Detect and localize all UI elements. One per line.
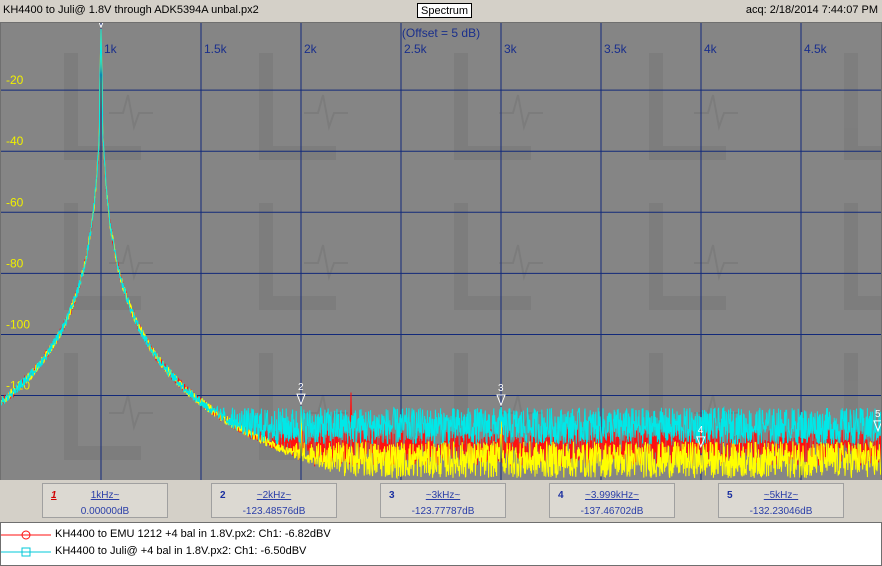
trace-legend: KH4400 to EMU 1212 +4 bal in 1.8V.px2: C… xyxy=(0,522,882,566)
marker-value: -123.48576dB xyxy=(242,506,306,517)
square-marker-icon xyxy=(1,547,51,557)
y-tick-label: -20 xyxy=(6,73,24,87)
marker-box-1[interactable]: 1 1kHz~ 0.00000dB xyxy=(42,483,168,518)
x-tick-label: 1k xyxy=(104,42,118,56)
x-tick-label: 2.5k xyxy=(404,42,428,56)
y-tick-label: -80 xyxy=(6,256,24,270)
offset-annotation: (Offset = 5 dB) xyxy=(402,26,480,40)
y-tick-label: -40 xyxy=(6,134,24,148)
legend-entry-cyan[interactable]: KH4400 to Juli@ +4 bal in 1.8V.px2: Ch1:… xyxy=(1,543,881,560)
legend-label: KH4400 to Juli@ +4 bal in 1.8V.px2: Ch1:… xyxy=(55,545,307,557)
x-tick-label: 3k xyxy=(504,42,518,56)
spectrum-button[interactable]: Spectrum xyxy=(417,3,473,18)
marker-number-label: 3 xyxy=(498,383,504,394)
marker-value: -137.46702dB xyxy=(580,506,644,517)
legend-label: KH4400 to EMU 1212 +4 bal in 1.8V.px2: C… xyxy=(55,528,331,540)
marker-frequency[interactable]: ~3kHz~ xyxy=(381,490,505,501)
marker-value: -123.77787dB xyxy=(411,506,475,517)
x-tick-label: 1.5k xyxy=(204,42,228,56)
x-tick-label: 3.5k xyxy=(604,42,628,56)
marker-box-3[interactable]: 3 ~3kHz~ -123.77787dB xyxy=(380,483,506,518)
spectrum-chart[interactable]: 1k 1.5k 2k 2.5k 3k 3.5k 4k 4.5k -20 -40 -60 -80 -100… xyxy=(1,23,881,481)
marker-number-label: 4 xyxy=(698,425,704,436)
x-tick-label: 2k xyxy=(304,42,318,56)
y-tick-label: -60 xyxy=(6,195,24,209)
y-tick-label: -100 xyxy=(6,317,30,331)
x-tick-label: 4.5k xyxy=(804,42,828,56)
marker-frequency[interactable]: ~2kHz~ xyxy=(212,490,336,501)
marker-box-5[interactable]: 5 ~5kHz~ -132.23046dB xyxy=(718,483,844,518)
marker-box-4[interactable]: 4 ~3.999kHz~ -137.46702dB xyxy=(549,483,675,518)
marker-value: -132.23046dB xyxy=(749,506,813,517)
marker-frequency[interactable]: ~3.999kHz~ xyxy=(550,490,674,501)
x-tick-label: 4k xyxy=(704,42,718,56)
circle-marker-icon xyxy=(1,530,51,540)
marker-number-label: 2 xyxy=(298,382,304,393)
spectrum-plot-area[interactable]: 1k 1.5k 2k 2.5k 3k 3.5k 4k 4.5k -20 -40 -60 -80 -100… xyxy=(0,22,882,482)
marker-number-label: 5 xyxy=(875,409,881,420)
file-title: KH4400 to Juli@ 1.8V through ADK5394A un… xyxy=(3,4,259,16)
marker-readout-bar: 1 1kHz~ 0.00000dB 2 ~2kHz~ -123.48576dB … xyxy=(0,480,882,522)
legend-entry-red[interactable]: KH4400 to EMU 1212 +4 bal in 1.8V.px2: C… xyxy=(1,526,881,543)
marker-box-2[interactable]: 2 ~2kHz~ -123.48576dB xyxy=(211,483,337,518)
spectrum-window: KH4400 to Juli@ 1.8V through ADK5394A un… xyxy=(0,0,882,566)
acquisition-timestamp: acq: 2/18/2014 7:44:07 PM xyxy=(745,4,878,16)
marker-frequency[interactable]: ~5kHz~ xyxy=(719,490,843,501)
marker-frequency[interactable]: 1kHz~ xyxy=(43,490,167,501)
marker-value: 0.00000dB xyxy=(80,506,130,517)
title-bar: KH4400 to Juli@ 1.8V through ADK5394A un… xyxy=(0,0,882,22)
